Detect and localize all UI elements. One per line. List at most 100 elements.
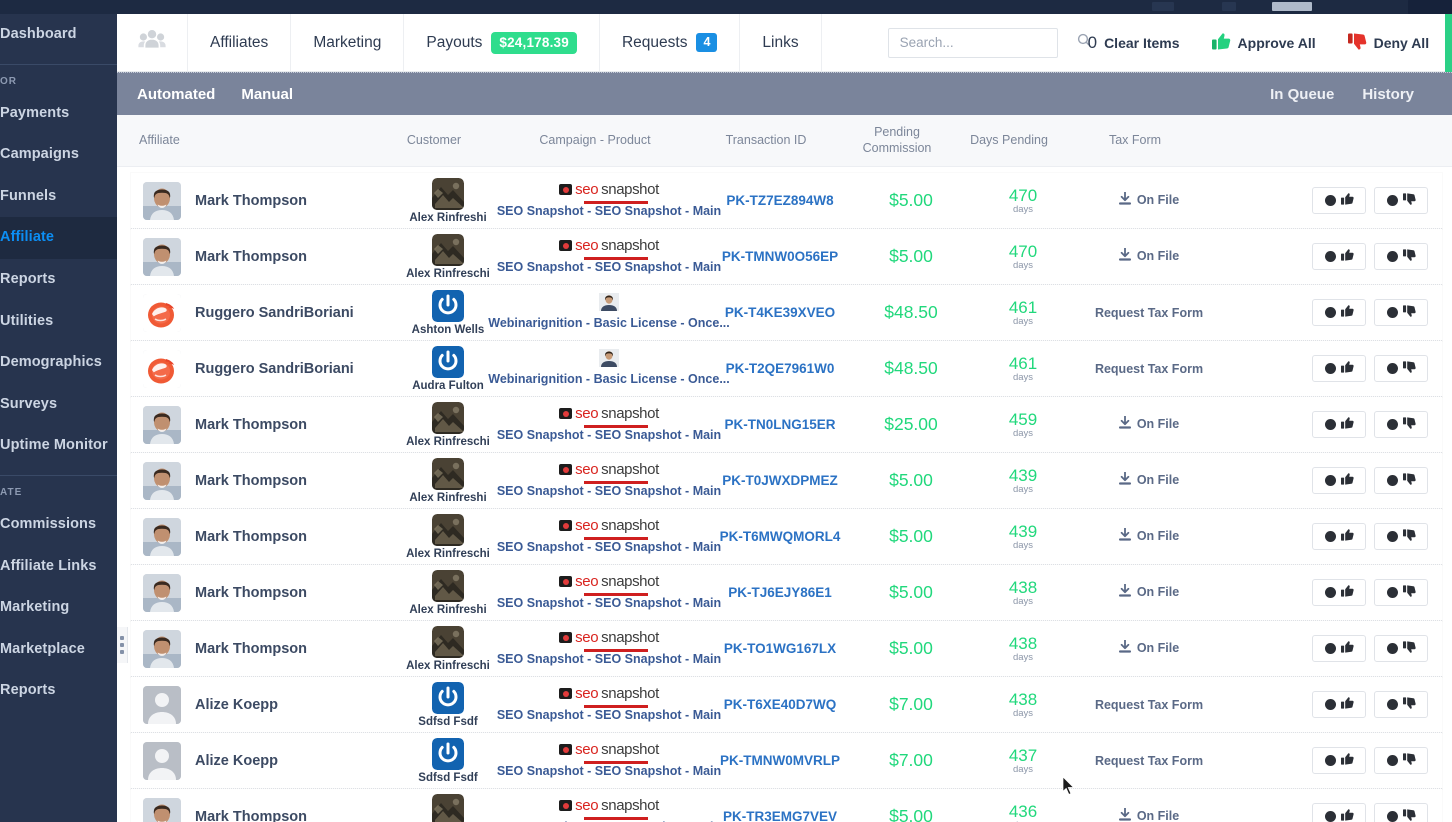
table-row[interactable]: Mark Thompson Alex Rinfreshi seosnapshot… <box>131 565 1442 621</box>
sidebar-item-affiliate[interactable]: Affiliate <box>0 217 117 259</box>
table-row[interactable]: Alize Koepp Sdfsd Fsdf seo snapshot SEO S… <box>131 677 1442 733</box>
subnav-tab-automated[interactable]: Automated <box>137 86 215 103</box>
nav-item-affiliates[interactable]: Affiliates <box>188 14 292 71</box>
row-approve-button[interactable] <box>1312 803 1366 822</box>
table-row[interactable]: Mark Thompson Alex Rinfreschi seo snapsho… <box>131 509 1442 565</box>
transaction-id-link[interactable]: PK-TN0LNG15ER <box>724 417 835 432</box>
tax-form-on-file[interactable]: On File <box>1118 414 1179 432</box>
nav-item-links[interactable]: Links <box>740 14 822 71</box>
row-approve-button[interactable] <box>1312 355 1366 382</box>
row-approve-button[interactable] <box>1312 187 1366 214</box>
transaction-id-link[interactable]: PK-TMNW0MVRLP <box>720 753 840 768</box>
sidebar-item-marketplace[interactable]: Marketplace <box>0 629 117 671</box>
sidebar-item-reports[interactable]: Reports <box>0 259 117 301</box>
affiliate-name[interactable]: Mark Thompson <box>195 529 307 545</box>
sidebar-item-uptime-monitor[interactable]: Uptime Monitor <box>0 425 117 467</box>
transaction-id-link[interactable]: PK-TO1WG167LX <box>724 641 836 656</box>
campaign-product-name[interactable]: SEO Snapshot - SEO Snapshot - Main <box>497 484 721 498</box>
campaign-product-name[interactable]: SEO Snapshot - SEO Snapshot - Main <box>497 708 721 722</box>
affiliate-name[interactable]: Ruggero SandriBoriani <box>195 361 354 377</box>
sidebar-item-affiliate-links[interactable]: Affiliate Links <box>0 546 117 588</box>
subnav-tab-manual[interactable]: Manual <box>241 86 293 103</box>
affiliate-name[interactable]: Ruggero SandriBoriani <box>195 305 354 321</box>
subnav-tab-history[interactable]: History <box>1362 86 1414 103</box>
campaign-product-name[interactable]: SEO Snapshot - SEO Snapshot - Main <box>497 428 721 442</box>
affiliate-name[interactable]: Alize Koepp <box>195 753 278 769</box>
row-deny-button[interactable] <box>1374 299 1428 326</box>
request-tax-form-link[interactable]: Request Tax Form <box>1095 754 1203 768</box>
transaction-id-link[interactable]: PK-TR3EMG7VEV <box>723 809 837 822</box>
tax-form-on-file[interactable]: On File <box>1118 190 1179 208</box>
campaign-product-name[interactable]: SEO Snapshot - SEO Snapshot - Main <box>497 204 721 218</box>
sidebar-item-payments[interactable]: Payments <box>0 93 117 135</box>
table-row[interactable]: Mark Thompson Alex Rinfreshi seosnapshot… <box>131 173 1442 229</box>
row-deny-button[interactable] <box>1374 691 1428 718</box>
sidebar-item-surveys[interactable]: Surveys <box>0 384 117 426</box>
sidebar-item-demographics[interactable]: Demographics <box>0 342 117 384</box>
transaction-id-link[interactable]: PK-T6XE40D7WQ <box>724 697 837 712</box>
table-row[interactable]: Mark Thompson Alex Rinfreshi seosnapshot… <box>131 453 1442 509</box>
row-deny-button[interactable] <box>1374 635 1428 662</box>
transaction-id-link[interactable]: PK-T4KE39XVEO <box>725 305 835 320</box>
row-deny-button[interactable] <box>1374 747 1428 774</box>
affiliate-name[interactable]: Mark Thompson <box>195 193 307 209</box>
row-approve-button[interactable] <box>1312 411 1366 438</box>
sidebar-item-marketing[interactable]: Marketing <box>0 587 117 629</box>
affiliate-name[interactable]: Mark Thompson <box>195 641 307 657</box>
campaign-product-name[interactable]: Webinarignition - Basic License - Once..… <box>488 316 730 330</box>
sidebar-item-dashboard[interactable]: Dashboard <box>0 14 117 56</box>
transaction-id-link[interactable]: PK-T2QE7961W0 <box>726 361 835 376</box>
transaction-id-link[interactable]: PK-TJ6EJY86E1 <box>728 585 832 600</box>
row-approve-button[interactable] <box>1312 523 1366 550</box>
affiliate-name[interactable]: Alize Koepp <box>195 697 278 713</box>
tax-form-on-file[interactable]: On File <box>1118 638 1179 656</box>
campaign-product-name[interactable]: Webinarignition - Basic License - Once..… <box>488 372 730 386</box>
sidebar-item-reports[interactable]: Reports <box>0 670 117 712</box>
search-box[interactable] <box>887 27 1091 58</box>
row-deny-button[interactable] <box>1374 579 1428 606</box>
transaction-id-link[interactable]: PK-T0JWXDPMEZ <box>722 473 838 488</box>
table-row[interactable]: Mark Thompson Alex Rinfreschi seo snapsho… <box>131 621 1442 677</box>
request-tax-form-link[interactable]: Request Tax Form <box>1095 698 1203 712</box>
tax-form-on-file[interactable]: On File <box>1118 806 1179 822</box>
affiliate-name[interactable]: Mark Thompson <box>195 809 307 822</box>
request-tax-form-link[interactable]: Request Tax Form <box>1095 306 1203 320</box>
sidebar-drag-handle[interactable] <box>117 627 128 663</box>
tax-form-on-file[interactable]: On File <box>1118 526 1179 544</box>
row-approve-button[interactable] <box>1312 467 1366 494</box>
nav-item-marketing[interactable]: Marketing <box>291 14 405 71</box>
row-deny-button[interactable] <box>1374 243 1428 270</box>
row-deny-button[interactable] <box>1374 803 1428 822</box>
campaign-product-name[interactable]: SEO Snapshot - SEO Snapshot - Main <box>497 540 721 554</box>
deny-all-button[interactable]: Deny All <box>1332 14 1446 71</box>
tax-form-on-file[interactable]: On File <box>1118 470 1179 488</box>
affiliate-name[interactable]: Mark Thompson <box>195 417 307 433</box>
table-row[interactable]: Mark Thompson Alex Rinfreshi seosnapshot… <box>131 789 1442 822</box>
row-approve-button[interactable] <box>1312 691 1366 718</box>
request-tax-form-link[interactable]: Request Tax Form <box>1095 362 1203 376</box>
affiliate-logo-button[interactable] <box>117 14 188 71</box>
table-row[interactable]: Mark Thompson Alex Rinfreschi seo snapsho… <box>131 397 1442 453</box>
row-approve-button[interactable] <box>1312 635 1366 662</box>
row-deny-button[interactable] <box>1374 187 1428 214</box>
row-deny-button[interactable] <box>1374 355 1428 382</box>
sidebar-item-campaigns[interactable]: Campaigns <box>0 134 117 176</box>
campaign-product-name[interactable]: SEO Snapshot - SEO Snapshot - Main <box>497 260 721 274</box>
process-selected-button[interactable]: Process Selected <box>1445 14 1452 72</box>
subnav-tab-in-queue[interactable]: In Queue <box>1270 86 1334 103</box>
transaction-id-link[interactable]: PK-TZ7EZ894W8 <box>726 193 833 208</box>
row-approve-button[interactable] <box>1312 747 1366 774</box>
sidebar-item-commissions[interactable]: Commissions <box>0 504 117 546</box>
affiliate-name[interactable]: Mark Thompson <box>195 249 307 265</box>
row-approve-button[interactable] <box>1312 299 1366 326</box>
tax-form-on-file[interactable]: On File <box>1118 246 1179 264</box>
affiliate-name[interactable]: Mark Thompson <box>195 585 307 601</box>
row-approve-button[interactable] <box>1312 243 1366 270</box>
tax-form-on-file[interactable]: On File <box>1118 582 1179 600</box>
campaign-product-name[interactable]: SEO Snapshot - SEO Snapshot - Main <box>497 652 721 666</box>
transaction-id-link[interactable]: PK-TMNW0O56EP <box>722 249 838 264</box>
sidebar-item-funnels[interactable]: Funnels <box>0 176 117 218</box>
approve-all-button[interactable]: Approve All <box>1196 14 1332 71</box>
row-deny-button[interactable] <box>1374 467 1428 494</box>
sidebar-item-utilities[interactable]: Utilities <box>0 301 117 343</box>
